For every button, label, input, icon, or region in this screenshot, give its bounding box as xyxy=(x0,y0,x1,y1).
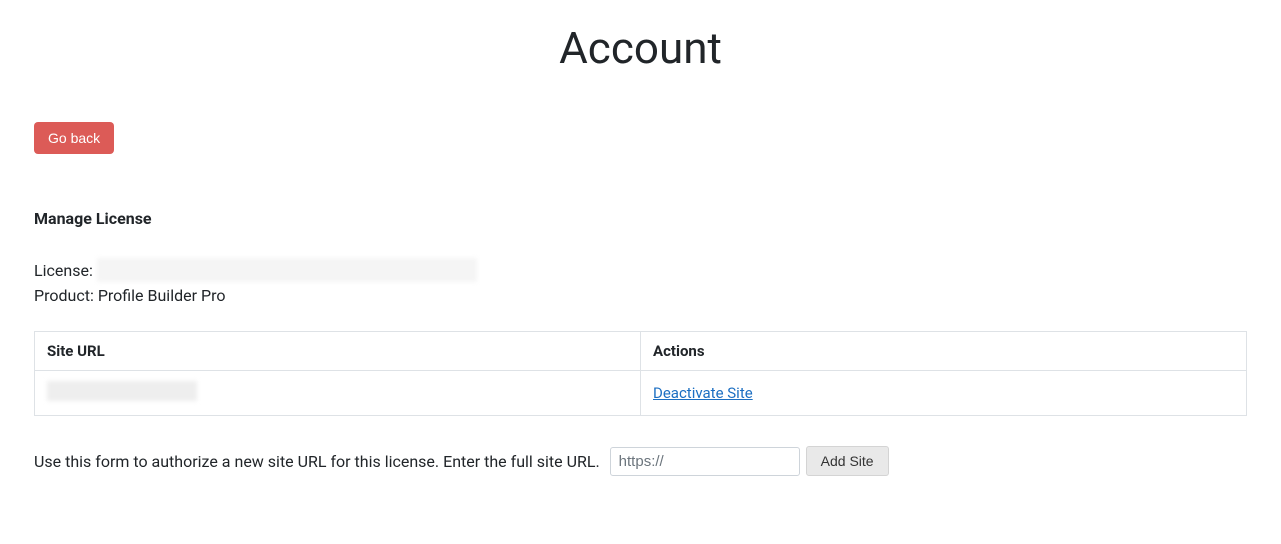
page-title: Account xyxy=(34,22,1247,74)
license-value-redacted xyxy=(97,258,477,282)
deactivate-site-link[interactable]: Deactivate Site xyxy=(653,384,753,402)
table-row: Deactivate Site xyxy=(35,371,1247,416)
go-back-button[interactable]: Go back xyxy=(34,122,114,154)
product-row: Product: Profile Builder Pro xyxy=(34,286,1247,305)
site-url-value-redacted xyxy=(47,381,197,401)
license-label: License: xyxy=(34,261,93,280)
product-value: Profile Builder Pro xyxy=(98,286,226,305)
site-url-cell xyxy=(35,371,641,416)
add-site-help-text: Use this form to authorize a new site UR… xyxy=(34,452,600,471)
site-url-input[interactable] xyxy=(610,447,800,476)
actions-cell: Deactivate Site xyxy=(641,371,1247,416)
license-row: License: xyxy=(34,258,1247,282)
table-header-site-url: Site URL xyxy=(35,332,641,371)
product-label: Product: xyxy=(34,286,94,305)
sites-table: Site URL Actions Deactivate Site xyxy=(34,331,1247,416)
manage-license-heading: Manage License xyxy=(34,209,1247,228)
add-site-button[interactable]: Add Site xyxy=(806,446,889,476)
table-header-actions: Actions xyxy=(641,332,1247,371)
add-site-form: Use this form to authorize a new site UR… xyxy=(34,446,1247,476)
